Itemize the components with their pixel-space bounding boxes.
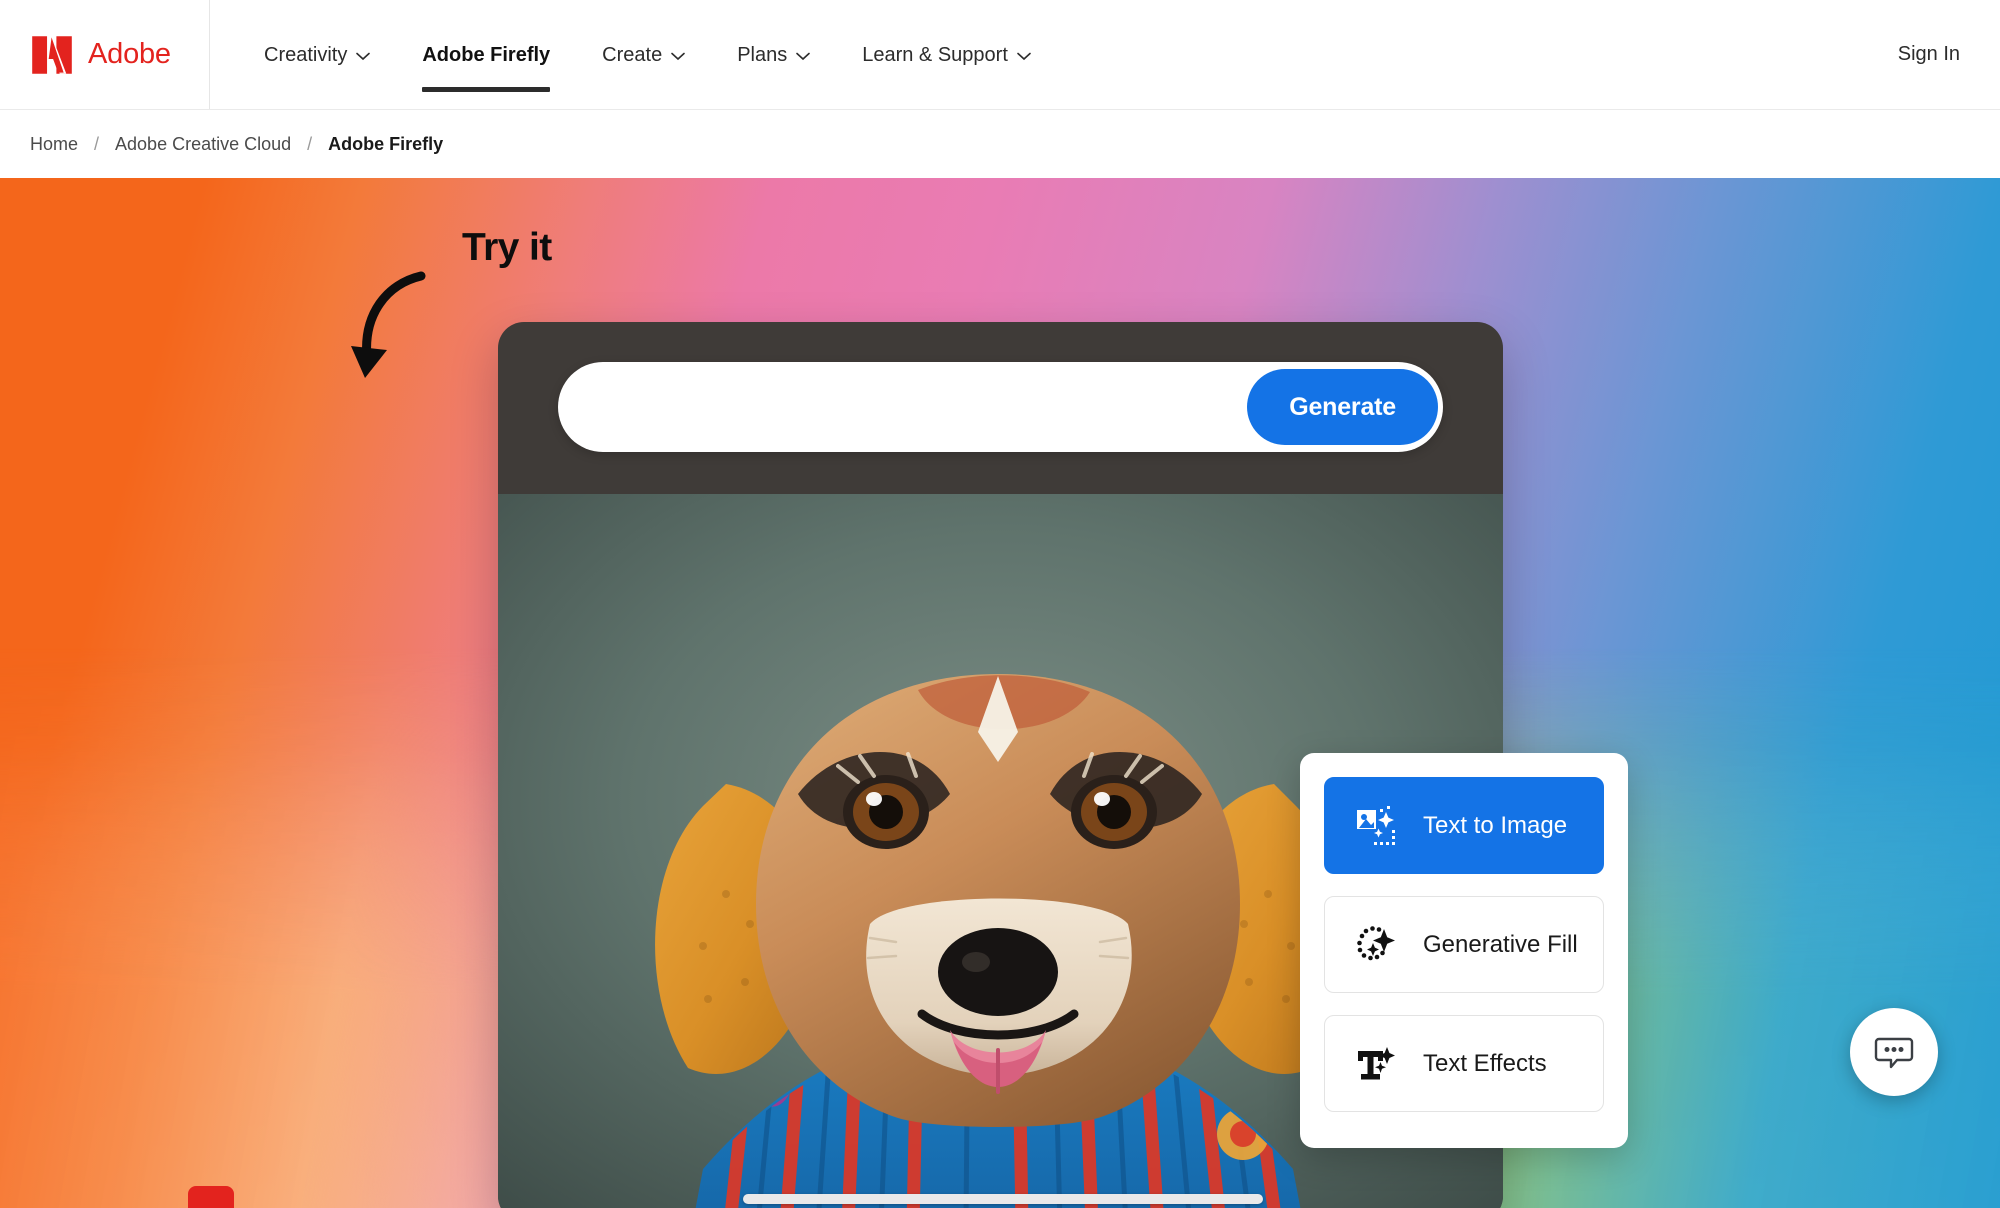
chevron-down-icon (796, 52, 811, 61)
breadcrumb: Home / Adobe Creative Cloud / Adobe Fire… (0, 110, 2000, 178)
nav-item-label: Learn & Support (862, 43, 1008, 66)
nav-right-group: Sign In (1898, 0, 2000, 109)
chevron-down-icon (356, 52, 371, 61)
adobe-brand-home-link[interactable]: Adobe (0, 0, 210, 109)
text-effects-icon (1358, 1046, 1395, 1079)
chevron-down-icon (671, 52, 685, 61)
breadcrumb-item-home[interactable]: Home (30, 134, 78, 155)
nav-item-create[interactable]: Create (576, 0, 711, 110)
breadcrumb-separator: / (307, 133, 313, 154)
bottom-left-red-accent (188, 1186, 234, 1208)
nav-item-adobe-firefly[interactable]: Adobe Firefly (396, 0, 576, 110)
breadcrumb-item-adobe-creative-cloud[interactable]: Adobe Creative Cloud (115, 134, 291, 155)
feature-text-effects[interactable]: Text Effects (1324, 1015, 1604, 1112)
nav-item-label: Plans (737, 43, 788, 66)
nav-item-label: Adobe Firefly (422, 43, 551, 66)
try-it-label: Try it (462, 226, 552, 269)
feature-mode-panel: Text to Image Generative Fill Text Effec… (1300, 753, 1628, 1148)
nav-item-creativity[interactable]: Creativity (238, 0, 396, 110)
prompt-input[interactable] (558, 362, 1348, 452)
feature-label: Text to Image (1423, 811, 1568, 839)
nav-item-label: Creativity (264, 43, 348, 66)
generative-fill-icon (1357, 925, 1395, 960)
nav-item-label: Create (602, 43, 663, 66)
adobe-brand-name: Adobe (88, 38, 171, 70)
image-carousel-scrollbar[interactable] (743, 1194, 1263, 1204)
feature-text-to-image[interactable]: Text to Image (1324, 777, 1604, 874)
global-navigation-bar: Adobe Creativity Adobe Firefly Create Pl… (0, 0, 2000, 110)
primary-nav-items: Creativity Adobe Firefly Create Plans Le… (210, 0, 1057, 109)
chat-bubble-icon (1874, 1037, 1914, 1069)
nav-item-plans[interactable]: Plans (711, 0, 836, 110)
curved-arrow-down-right-icon (351, 271, 426, 378)
hero-section: Try it Generate Text to Image Generative… (0, 178, 2000, 1208)
feature-label: Text Effects (1423, 1049, 1547, 1077)
adobe-logo-icon (32, 35, 72, 74)
breadcrumb-item-adobe-firefly: Adobe Firefly (328, 133, 444, 154)
feature-generative-fill[interactable]: Generative Fill (1324, 896, 1604, 993)
feature-label: Generative Fill (1423, 930, 1578, 958)
text-to-image-icon (1357, 805, 1395, 845)
prompt-search-bar: Generate (558, 362, 1443, 452)
chat-support-button[interactable] (1850, 1008, 1938, 1096)
generate-button[interactable]: Generate (1247, 369, 1438, 445)
breadcrumb-separator: / (94, 133, 100, 154)
nav-item-learn-and-support[interactable]: Learn & Support (836, 0, 1057, 110)
sign-in-button[interactable]: Sign In (1898, 43, 1960, 66)
chevron-down-icon (1017, 52, 1031, 61)
